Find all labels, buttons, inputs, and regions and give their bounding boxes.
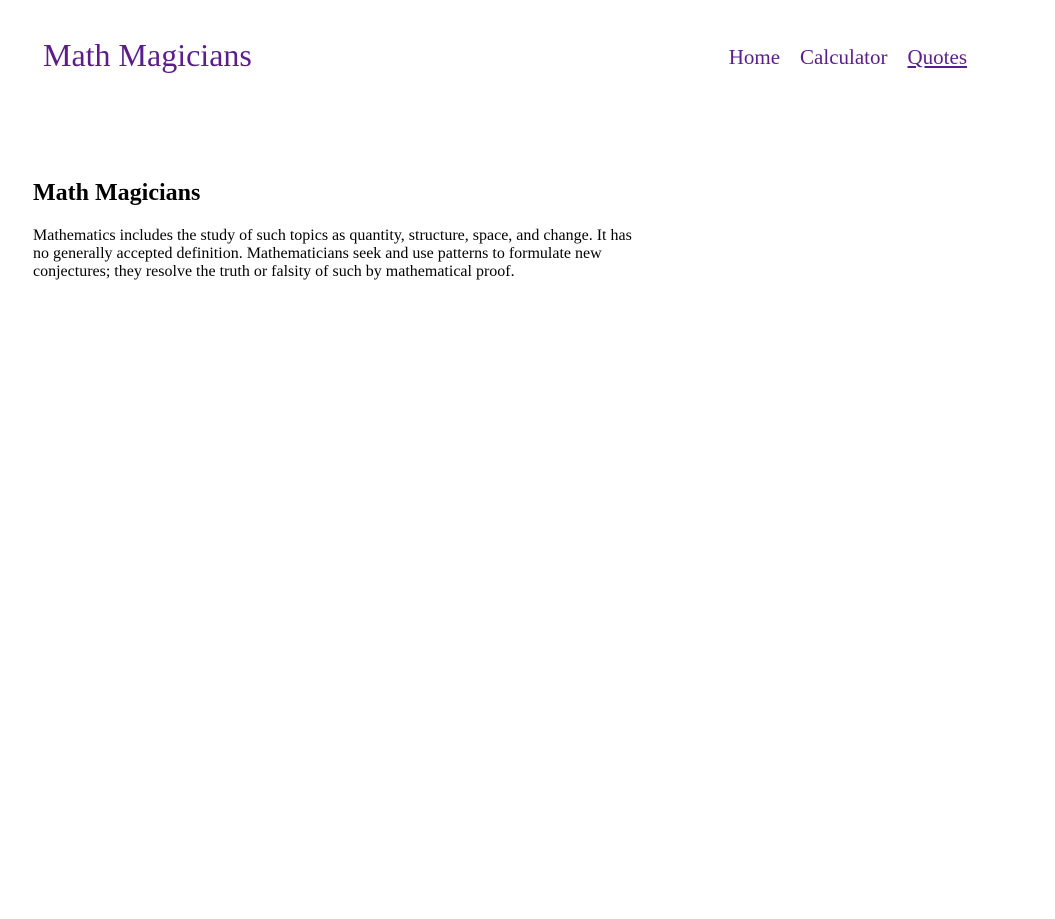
nav-link-calculator[interactable]: Calculator [800,45,887,69]
page-title: Math Magicians [33,180,201,206]
nav-list: Home Calculator Quotes [729,44,967,70]
site-header: Math Magicians Home Calculator Quotes [0,0,1055,110]
page-description: Mathematics includes the study of such t… [33,227,632,280]
nav-item-home: Home [729,44,780,70]
site-logo-title: Math Magicians [43,37,252,73]
main-content: Math Magicians Mathematics includes the … [33,178,643,281]
nav-link-home[interactable]: Home [729,45,780,69]
nav-item-calculator: Calculator [800,44,887,70]
nav-item-quotes: Quotes [908,44,968,70]
nav-link-quotes[interactable]: Quotes [908,45,968,69]
